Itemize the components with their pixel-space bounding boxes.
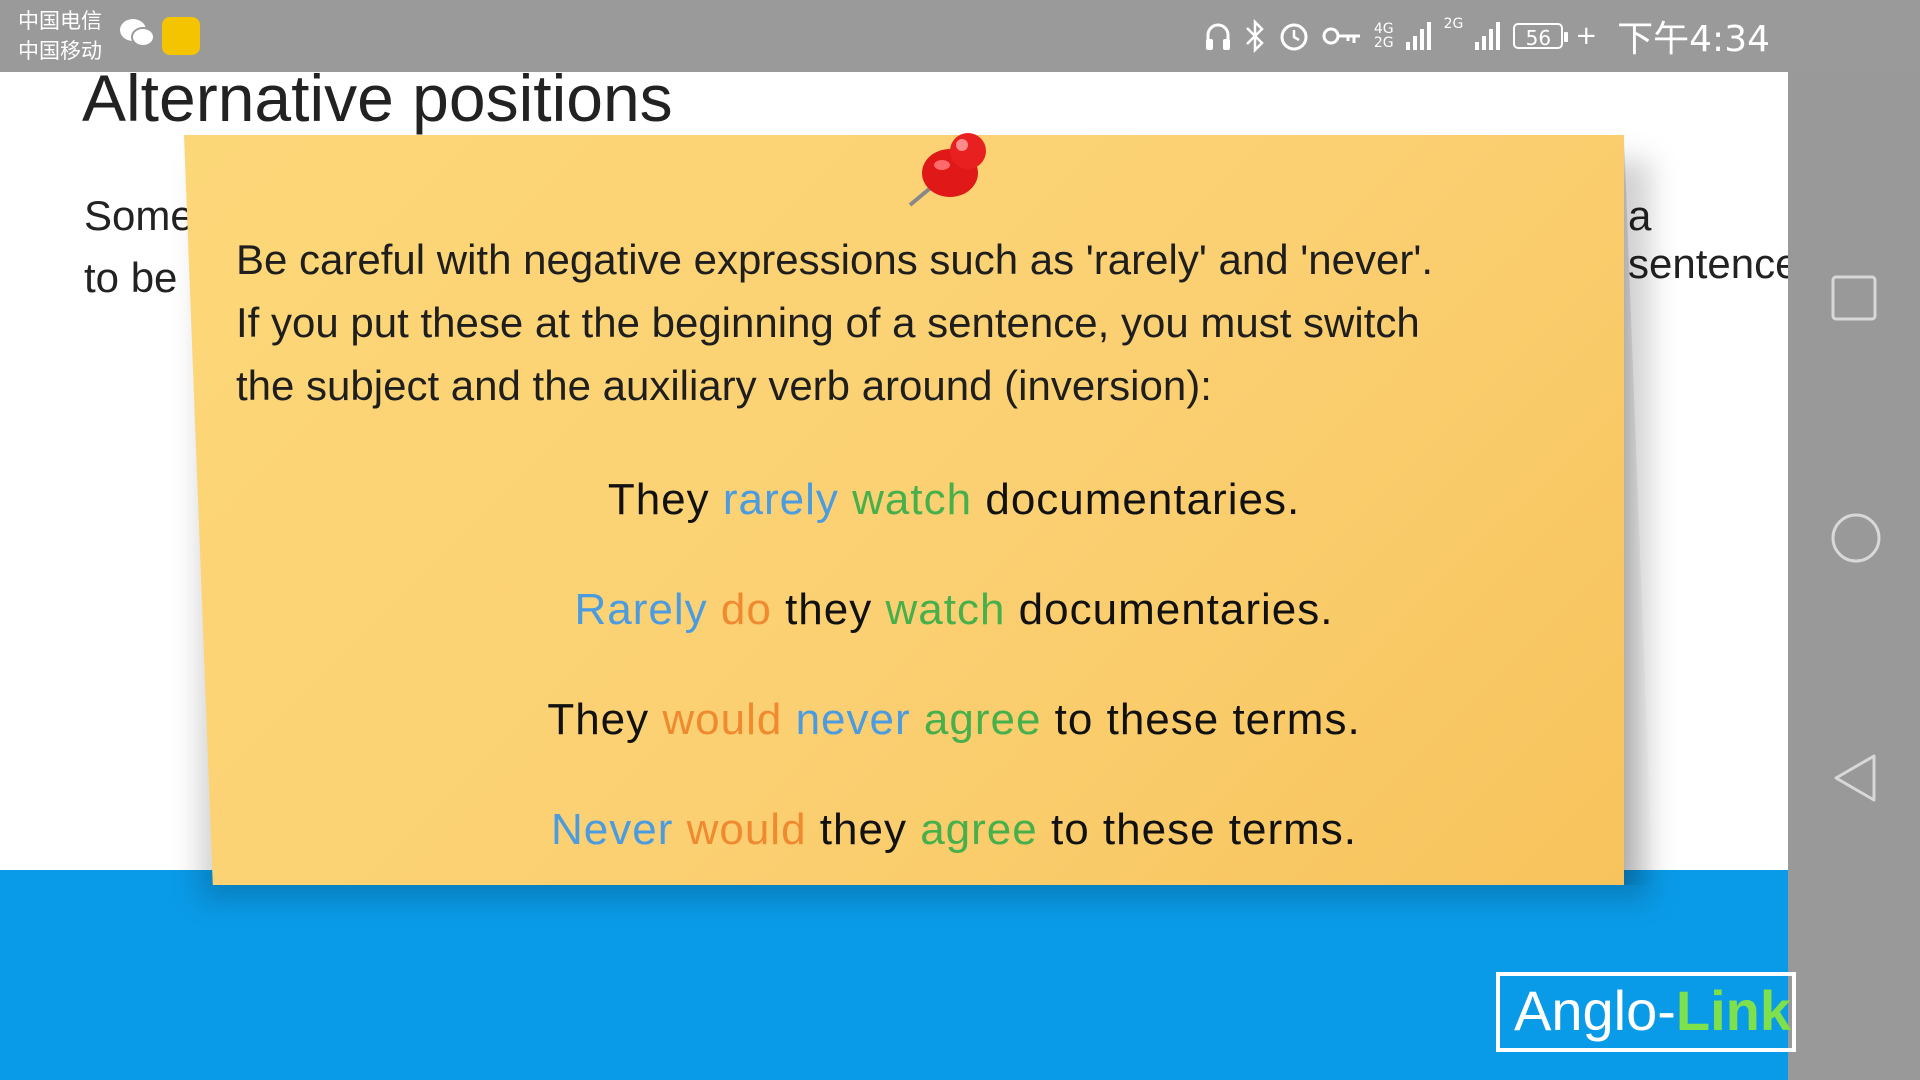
- status-bar: 中国电信 中国移动 4G 2G 2G 56 + 下午4:34: [0, 0, 1920, 72]
- word: documentaries.: [1018, 585, 1334, 634]
- signal-icon: [1475, 22, 1501, 50]
- key-icon: [1322, 27, 1360, 45]
- pushpin-icon: [908, 133, 986, 207]
- home-icon[interactable]: [1830, 512, 1882, 564]
- word: Never: [550, 805, 674, 854]
- note-instructions: Be careful with negative expressions suc…: [236, 228, 1576, 417]
- word: never: [795, 695, 911, 744]
- recent-apps-icon[interactable]: [1830, 274, 1878, 322]
- status-icons: 4G 2G 2G 56 + 下午4:34: [1204, 12, 1770, 60]
- example-sentence-1: They rarely watch documentaries.: [184, 475, 1724, 525]
- example-sentence-4: Never would they agree to these terms.: [184, 805, 1724, 855]
- carrier-2: 中国移动: [18, 39, 102, 63]
- headphones-icon: [1205, 23, 1230, 50]
- back-icon[interactable]: [1830, 752, 1878, 804]
- word: would: [686, 805, 807, 854]
- note-line-2: If you put these at the beginning of a s…: [236, 299, 1420, 346]
- word: agree: [923, 695, 1042, 744]
- wechat-icon: [120, 19, 155, 47]
- example-sentence-2: Rarely do they watch documentaries.: [184, 585, 1724, 635]
- app-icon: [162, 17, 200, 55]
- carrier-1: 中国电信: [18, 9, 102, 33]
- carrier-labels: 中国电信 中国移动: [18, 6, 102, 66]
- navigation-bar: [1788, 72, 1920, 1080]
- network-type-1: 4G 2G: [1373, 21, 1394, 51]
- word: rarely: [722, 475, 839, 524]
- background-text-line1-left: Some: [84, 192, 194, 239]
- word: to these terms.: [1050, 805, 1357, 854]
- word: watch: [852, 475, 973, 524]
- battery-icon: 56: [1513, 23, 1569, 50]
- word: to these terms.: [1054, 695, 1361, 744]
- clock: 下午4:34: [1617, 19, 1770, 60]
- background-text-line1-right: a sentence: [1628, 192, 1788, 287]
- background-text-line2-left: to be: [84, 254, 178, 301]
- note-line-1: Be careful with negative expressions suc…: [236, 236, 1434, 283]
- anglo-link-logo: Anglo-Link: [1496, 972, 1796, 1052]
- word: Rarely: [574, 585, 708, 634]
- example-sentence-3: They would never agree to these terms.: [184, 695, 1724, 745]
- word: do: [720, 585, 772, 634]
- word: agree: [920, 805, 1038, 854]
- word: watch: [885, 585, 1006, 634]
- word: They: [607, 475, 710, 524]
- slide-title: Alternative positions: [82, 72, 673, 135]
- network-type-2: 2G: [1443, 16, 1464, 32]
- logo-text-part2: Link: [1675, 979, 1791, 1042]
- word: they: [819, 805, 907, 854]
- charging-icon: +: [1575, 21, 1598, 51]
- signal-icon: [1405, 22, 1431, 50]
- note-line-3: the subject and the auxiliary verb aroun…: [236, 362, 1212, 409]
- bluetooth-icon: [1245, 19, 1264, 53]
- alarm-icon: [1280, 23, 1308, 51]
- word: would: [662, 695, 783, 744]
- word: they: [785, 585, 873, 634]
- word: They: [547, 695, 650, 744]
- word: documentaries.: [985, 475, 1301, 524]
- logo-text-part1: Anglo-: [1514, 979, 1676, 1042]
